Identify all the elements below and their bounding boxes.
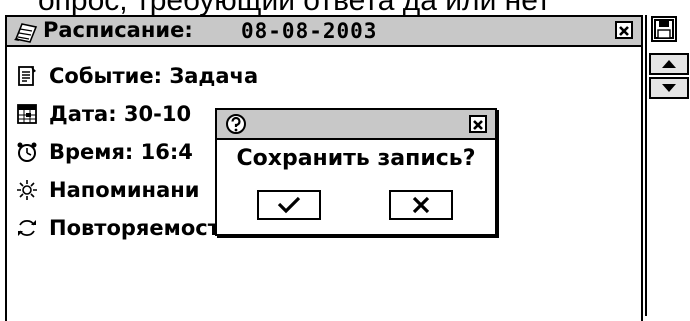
window-close-button[interactable]	[615, 21, 633, 39]
clock-icon	[15, 140, 39, 164]
date-label: Дата: 30-10	[49, 102, 192, 126]
dialog-message: Сохранить запись?	[236, 146, 476, 171]
window-title-label: Расписание:	[43, 18, 193, 42]
scroll-up-icon	[662, 60, 676, 68]
close-icon	[473, 120, 483, 130]
event-label: Событие: Задача	[49, 64, 259, 88]
notebook-icon	[14, 23, 38, 43]
document-icon	[15, 64, 39, 88]
question-icon	[226, 114, 246, 134]
floppy-disk-icon	[654, 19, 674, 39]
time-field[interactable]: Время: 16:4	[15, 137, 193, 167]
scroll-up-button[interactable]	[649, 53, 689, 75]
dialog-titlebar	[217, 110, 495, 140]
event-field[interactable]: Событие: Задача	[15, 61, 258, 91]
alarm-icon	[15, 178, 39, 202]
x-icon	[412, 196, 430, 214]
time-label: Время: 16:4	[49, 140, 193, 164]
save-button[interactable]	[651, 16, 677, 42]
save-confirm-dialog: Сохранить запись?	[215, 108, 497, 236]
window-titlebar: Расписание: 08-08-2003	[7, 17, 641, 47]
scroll-down-icon	[662, 84, 676, 92]
check-icon	[277, 196, 301, 214]
window-title-date: 08-08-2003	[241, 19, 378, 43]
repeat-icon	[15, 216, 39, 240]
reminder-field[interactable]: Напоминани	[15, 175, 199, 205]
dialog-close-button[interactable]	[469, 115, 487, 133]
right-sidebar	[645, 15, 690, 316]
scroll-down-button[interactable]	[649, 77, 689, 99]
top-caption-text: опрос, требующий ответа да или нет	[0, 0, 690, 16]
confirm-no-button[interactable]	[389, 190, 453, 220]
date-field[interactable]: Дата: 30-10	[15, 99, 191, 129]
calendar-icon	[15, 102, 39, 126]
close-icon	[619, 26, 629, 36]
reminder-label: Напоминани	[49, 178, 200, 202]
confirm-yes-button[interactable]	[257, 190, 321, 220]
